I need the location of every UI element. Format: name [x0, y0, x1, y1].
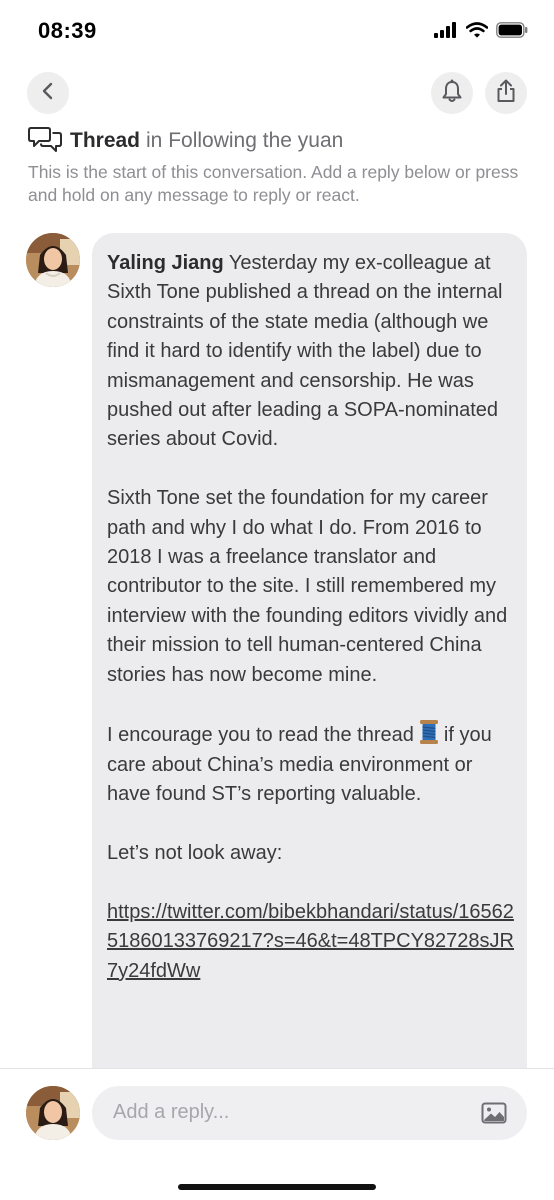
message-text: I encourage you to read the thread	[107, 724, 414, 747]
signal-icon	[434, 22, 458, 43]
bell-icon	[441, 79, 463, 108]
share-button[interactable]	[485, 72, 527, 114]
tweet-link[interactable]: https://twitter.com/bibekbhandari/status…	[107, 901, 514, 982]
message-paragraph: Sixth Tone set the foundation for my car…	[107, 487, 508, 686]
current-user-avatar	[26, 1086, 80, 1140]
reply-input[interactable]: Add a reply...	[92, 1086, 527, 1140]
wifi-icon	[465, 22, 489, 43]
message-paragraph: I encourage you to read the thread if yo…	[107, 719, 515, 809]
battery-icon	[496, 22, 528, 43]
message-paragraph: Let’s not look away:	[107, 842, 283, 865]
reply-placeholder: Add a reply...	[113, 1101, 230, 1123]
home-indicator	[178, 1184, 376, 1190]
back-button[interactable]	[27, 72, 69, 114]
thread-title: Thread	[70, 129, 141, 152]
status-icons	[434, 22, 528, 43]
message-text: Yesterday my ex-colleague at Sixth Tone …	[107, 252, 503, 451]
thread-spool-icon	[418, 719, 440, 745]
thread-intro-text: This is the start of this conversation. …	[28, 162, 519, 205]
message-bubble[interactable]: Yaling Jiang Yesterday my ex-colleague a…	[92, 233, 527, 1103]
message-paragraph: https://twitter.com/bibekbhandari/status…	[107, 898, 515, 986]
thread-channel-link[interactable]: in Following the yuan	[146, 129, 343, 153]
image-icon[interactable]	[481, 1101, 507, 1125]
message-paragraph: Yaling Jiang Yesterday my ex-colleague a…	[107, 249, 515, 455]
thread-header: Thread in Following the yuan	[28, 126, 343, 156]
message-body: Yaling Jiang Yesterday my ex-colleague a…	[107, 249, 515, 986]
author-name[interactable]: Yaling Jiang	[107, 252, 224, 274]
status-bar: 08:39	[0, 0, 554, 66]
author-avatar[interactable]	[26, 233, 80, 287]
chevron-left-icon	[41, 82, 55, 105]
share-icon	[495, 79, 517, 108]
thread-bubbles-icon	[28, 125, 62, 158]
notification-bell-button[interactable]	[431, 72, 473, 114]
status-time: 08:39	[38, 18, 97, 43]
reply-composer: Add a reply...	[0, 1068, 554, 1200]
